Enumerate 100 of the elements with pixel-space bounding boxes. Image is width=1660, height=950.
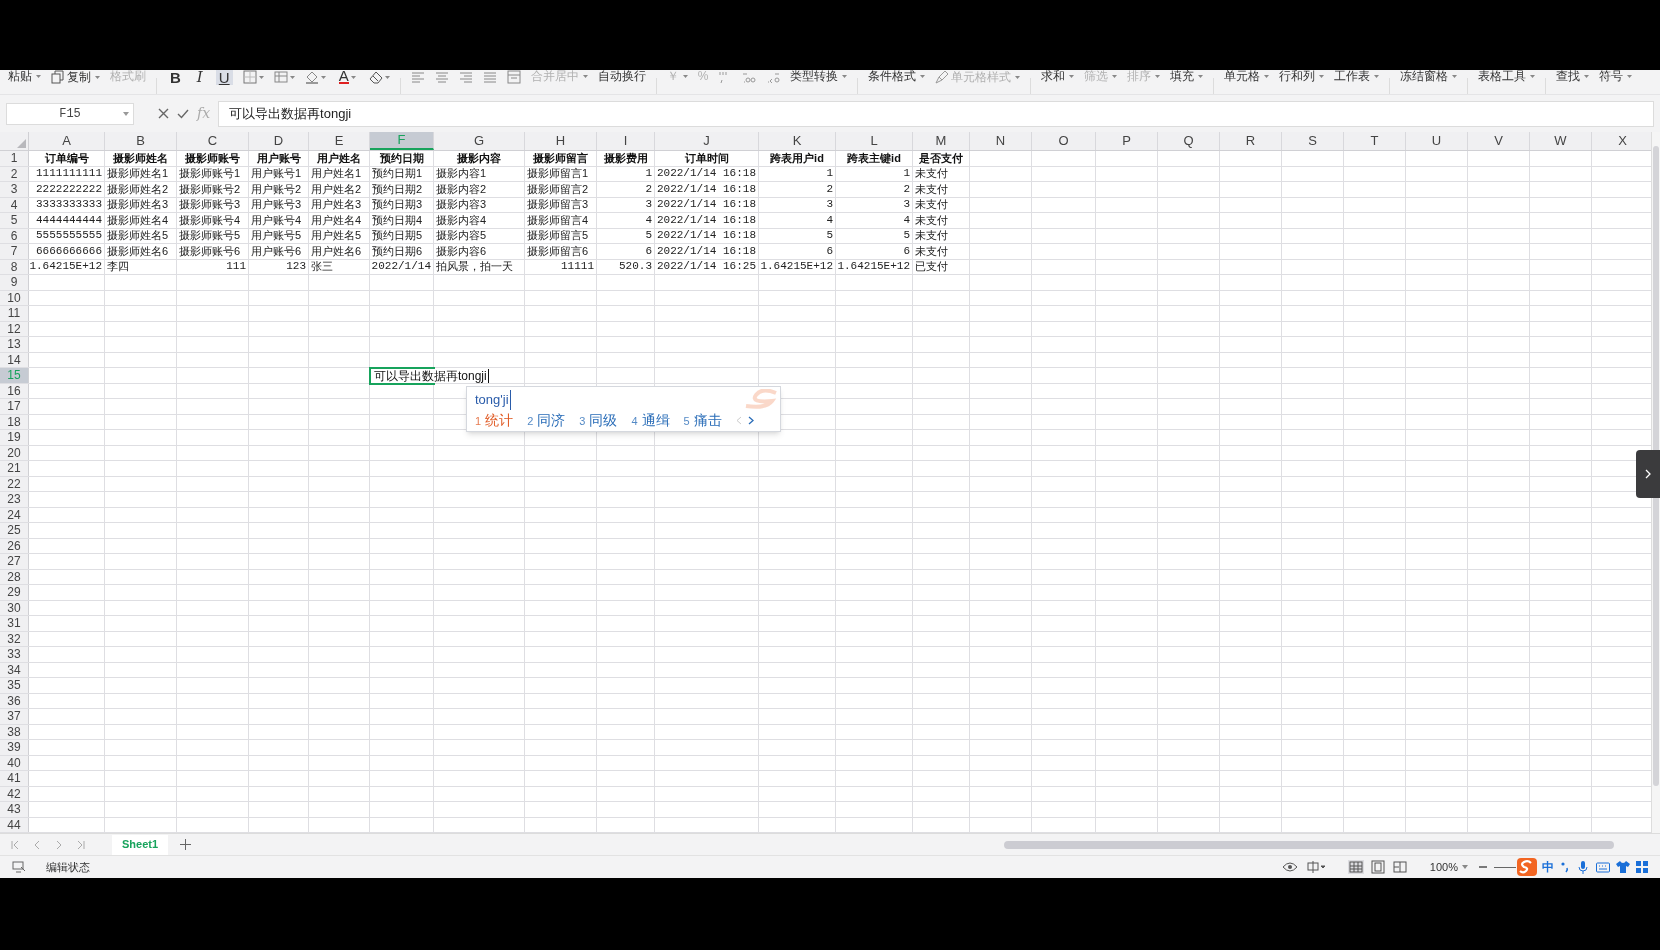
column-header[interactable]: I: [597, 132, 655, 150]
merge-cells-icon: [506, 70, 521, 84]
row-header[interactable]: 25: [0, 523, 29, 538]
caret-icon[interactable]: [1462, 865, 1468, 869]
column-header[interactable]: T: [1344, 132, 1406, 150]
column-header[interactable]: P: [1096, 132, 1158, 150]
microphone-icon[interactable]: [1578, 860, 1588, 874]
ribbon-button[interactable]: 粘贴: [8, 70, 41, 82]
underline-button[interactable]: U: [215, 70, 233, 85]
ribbon-button[interactable]: 自动换行: [597, 70, 646, 82]
row-header[interactable]: 33: [0, 647, 29, 662]
ribbon-button[interactable]: 复制: [51, 70, 100, 84]
column-header[interactable]: S: [1282, 132, 1344, 150]
column-header[interactable]: A: [29, 132, 105, 150]
row-header[interactable]: 31: [0, 616, 29, 631]
italic-button[interactable]: I: [193, 70, 206, 85]
ribbon-button[interactable]: 条件格式: [868, 70, 926, 82]
ribbon-button[interactable]: 工作表: [1334, 70, 1380, 82]
row-header[interactable]: 39: [0, 740, 29, 755]
check-icon[interactable]: [177, 108, 189, 119]
last-sheet-icon[interactable]: [76, 839, 86, 850]
name-box[interactable]: F15: [6, 102, 134, 125]
eye-icon[interactable]: [1281, 861, 1298, 873]
bold-button[interactable]: B: [167, 70, 184, 85]
ribbon-button[interactable]: 单元格: [1224, 70, 1270, 82]
toolbar-button[interactable]: [368, 70, 390, 84]
ribbon-button[interactable]: 求和: [1041, 70, 1075, 82]
add-sheet-icon[interactable]: [180, 839, 192, 850]
column-header[interactable]: R: [1220, 132, 1282, 150]
row-header[interactable]: 3: [0, 182, 29, 197]
column-header[interactable]: L: [836, 132, 913, 150]
page-view-icon[interactable]: [1369, 860, 1386, 874]
monitor-icon[interactable]: [12, 861, 26, 873]
cell-editor[interactable]: 可以导出数据再tongji: [371, 369, 489, 383]
caret-icon: [1452, 74, 1458, 78]
ribbon-button[interactable]: 行和列: [1279, 70, 1325, 82]
row-header[interactable]: 29: [0, 585, 29, 600]
column-header[interactable]: D: [249, 132, 309, 150]
font-color-button[interactable]: A: [335, 70, 359, 84]
side-panel-toggle[interactable]: [1636, 450, 1660, 498]
next-page-icon[interactable]: [747, 415, 754, 425]
column-header[interactable]: K: [759, 132, 836, 150]
column-header[interactable]: B: [105, 132, 177, 150]
ime-candidate[interactable]: 1 统计: [475, 409, 514, 431]
row-header[interactable]: 19: [0, 430, 29, 445]
row-header[interactable]: 27: [0, 554, 29, 569]
row-header[interactable]: 7: [0, 244, 29, 259]
row-header[interactable]: 37: [0, 709, 29, 724]
vertical-scrollbar[interactable]: [1651, 132, 1660, 833]
toolbar-button[interactable]: [304, 70, 326, 84]
column-title: 是否支付: [919, 152, 963, 164]
row-header[interactable]: 41: [0, 771, 29, 786]
table-cell: 摄影师姓名4: [107, 214, 169, 226]
punctuation-icon[interactable]: [1560, 861, 1570, 873]
swoosh-logo-icon[interactable]: [1516, 857, 1538, 877]
row-header[interactable]: 11: [0, 306, 29, 321]
column-header[interactable]: M: [913, 132, 970, 150]
table-cell: 预约日期1: [372, 168, 423, 180]
next-sheet-icon[interactable]: [54, 839, 64, 850]
normal-view-icon[interactable]: [1347, 860, 1364, 874]
formula-field[interactable]: 可以导出数据再tongji: [218, 100, 1654, 127]
row-header[interactable]: 5: [0, 213, 29, 228]
column-header[interactable]: C: [177, 132, 249, 150]
previous-sheet-icon[interactable]: [32, 839, 42, 850]
column-header[interactable]: Q: [1158, 132, 1220, 150]
row-header[interactable]: 17: [0, 399, 29, 414]
ribbon-button[interactable]: 查找: [1556, 70, 1590, 82]
ribbon-button[interactable]: 符号: [1599, 70, 1633, 82]
row-header[interactable]: 9: [0, 275, 29, 290]
column-header[interactable]: G: [434, 132, 525, 150]
keyboard-icon[interactable]: [1596, 861, 1610, 873]
ime-mode[interactable]: 中: [1542, 858, 1554, 876]
ribbon-button[interactable]: 填充: [1170, 70, 1204, 82]
ime-candidate[interactable]: 2 同济: [527, 409, 566, 431]
ime-candidate[interactable]: 3 同级: [579, 409, 618, 431]
ribbon-button[interactable]: 类型转换: [790, 70, 848, 82]
zoom-level[interactable]: 100%: [1429, 858, 1458, 876]
row-header[interactable]: 21: [0, 461, 29, 476]
row-header[interactable]: 23: [0, 492, 29, 507]
grid-icon[interactable]: [1636, 861, 1648, 873]
column-header[interactable]: J: [655, 132, 759, 150]
column-header[interactable]: O: [1032, 132, 1096, 150]
column-header[interactable]: N: [970, 132, 1032, 150]
shirt-icon[interactable]: [1616, 861, 1630, 873]
row-header[interactable]: 1: [0, 151, 29, 166]
ime-candidate[interactable]: 4 通缉: [631, 409, 670, 431]
row-header[interactable]: 43: [0, 802, 29, 817]
row-header[interactable]: 35: [0, 678, 29, 693]
table-cell: 用户账号6: [251, 245, 302, 257]
row-header[interactable]: 13: [0, 337, 29, 352]
page-break-icon[interactable]: [1391, 860, 1408, 874]
column-header[interactable]: V: [1468, 132, 1530, 150]
column-header[interactable]: U: [1406, 132, 1468, 150]
ime-candidate[interactable]: 5 痛击: [683, 409, 722, 431]
column-header[interactable]: W: [1530, 132, 1592, 150]
column-header[interactable]: H: [525, 132, 597, 150]
first-sheet-icon[interactable]: [10, 839, 20, 850]
ribbon-button[interactable]: 冻结窗格: [1400, 70, 1458, 82]
ribbon-button[interactable]: 表格工具: [1478, 70, 1536, 82]
close-icon[interactable]: [158, 108, 169, 119]
